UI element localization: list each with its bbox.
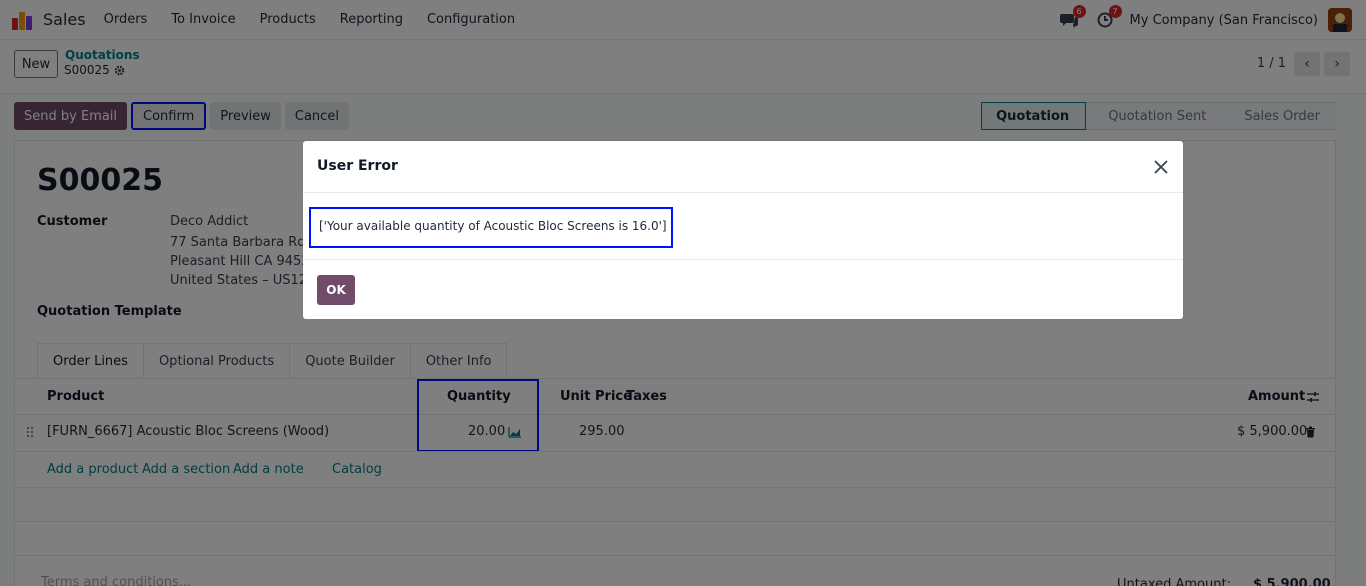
error-message-highlight: ['Your available quantity of Acoustic Bl… xyxy=(309,207,673,248)
dialog-title: User Error xyxy=(317,158,398,174)
dialog-body: ['Your available quantity of Acoustic Bl… xyxy=(303,194,1183,260)
close-icon[interactable] xyxy=(1151,157,1171,177)
ok-button[interactable]: OK xyxy=(317,275,355,305)
user-error-dialog: User Error ['Your available quantity of … xyxy=(303,141,1183,319)
error-message: ['Your available quantity of Acoustic Bl… xyxy=(319,219,667,233)
dialog-header: User Error xyxy=(303,141,1183,193)
